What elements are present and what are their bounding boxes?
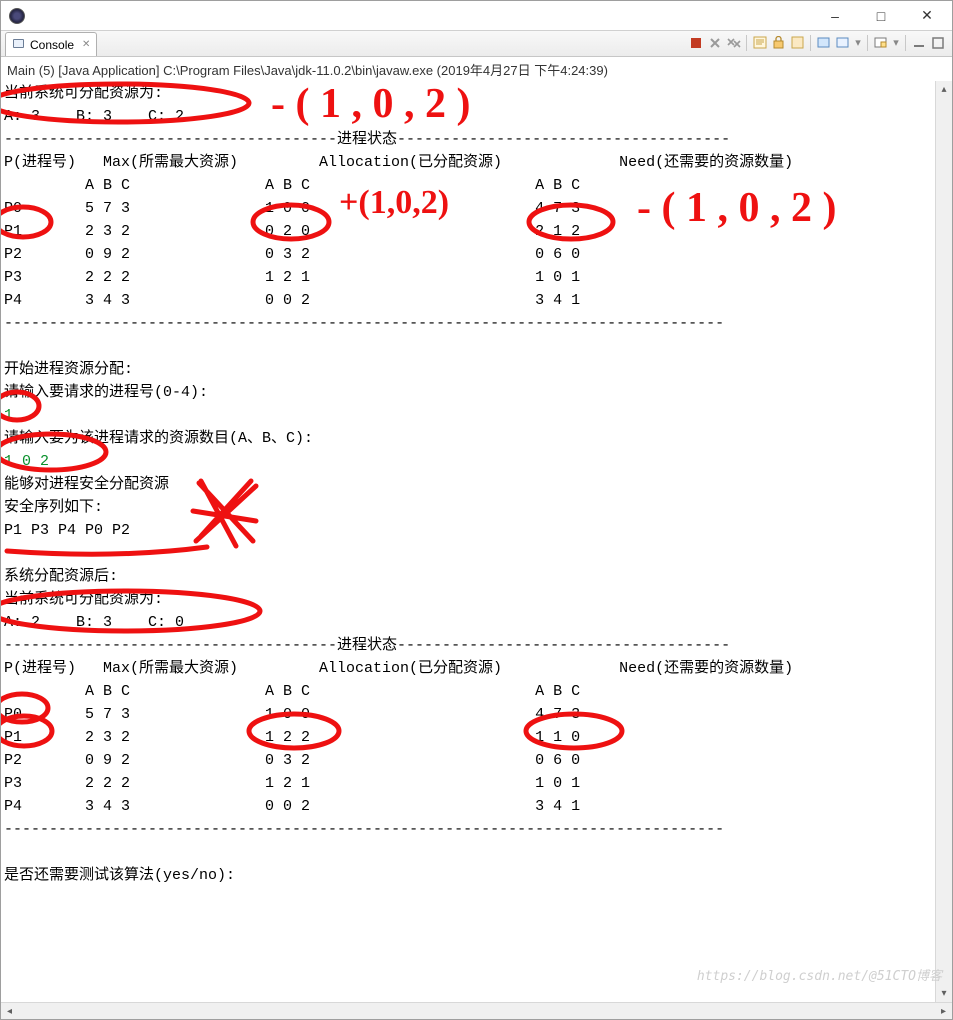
console-tab-label: Console — [30, 38, 74, 52]
maximize-button[interactable]: □ — [858, 1, 904, 31]
console-tab[interactable]: Console ✕ — [5, 32, 97, 56]
pin-console-button[interactable] — [815, 34, 832, 51]
launch-description: Main (5) [Java Application] C:\Program F… — [1, 57, 952, 81]
eclipse-icon — [9, 8, 25, 24]
display-selected-console-dropdown[interactable]: ▾ — [853, 34, 863, 51]
minimize-view-button[interactable] — [910, 34, 927, 51]
word-wrap-button[interactable] — [789, 34, 806, 51]
scroll-lock-button[interactable] — [770, 34, 787, 51]
scroll-down-icon[interactable]: ▾ — [936, 985, 953, 1002]
titlebar[interactable]: – □ ✕ — [1, 1, 952, 31]
watermark: https://blog.csdn.net/@51CTO博客 — [697, 965, 942, 984]
maximize-view-button[interactable] — [929, 34, 946, 51]
terminate-button[interactable] — [687, 34, 704, 51]
remove-launch-button[interactable] — [706, 34, 723, 51]
remove-all-button[interactable] — [725, 34, 742, 51]
horizontal-scrollbar[interactable]: ◂ ▸ — [1, 1002, 952, 1019]
open-console-button[interactable] — [872, 34, 889, 51]
minimize-button[interactable]: – — [812, 1, 858, 31]
scroll-up-icon[interactable]: ▴ — [936, 81, 953, 98]
display-selected-console-button[interactable] — [834, 34, 851, 51]
clear-console-button[interactable] — [751, 34, 768, 51]
open-console-dropdown[interactable]: ▾ — [891, 34, 901, 51]
console-output[interactable]: 当前系统可分配资源为: A: 3 B: 3 C: 2 -------------… — [1, 81, 952, 887]
eclipse-window: – □ ✕ Console ✕ — [0, 0, 953, 1020]
close-tab-icon[interactable]: ✕ — [82, 39, 90, 50]
console-icon — [12, 38, 26, 51]
console-toolbar: ▾ ▾ — [687, 34, 946, 51]
scroll-right-icon[interactable]: ▸ — [935, 1003, 952, 1020]
close-button[interactable]: ✕ — [904, 1, 950, 31]
console-area: 当前系统可分配资源为: A: 3 B: 3 C: 2 -------------… — [1, 81, 952, 1002]
scroll-left-icon[interactable]: ◂ — [1, 1003, 18, 1020]
vertical-scrollbar[interactable]: ▴ ▾ — [935, 81, 952, 1002]
view-tabbar: Console ✕ — [1, 31, 952, 57]
